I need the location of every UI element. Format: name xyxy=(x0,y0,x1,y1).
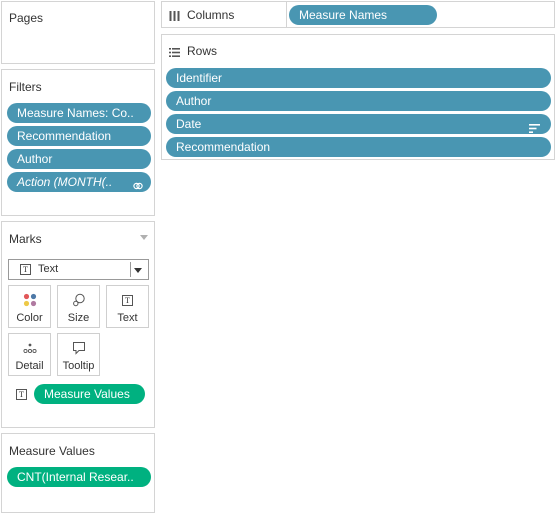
tooltip-label: Tooltip xyxy=(62,360,95,372)
columns-pill-measure-names[interactable]: Measure Names xyxy=(289,5,437,25)
rows-pill-author[interactable]: Author xyxy=(166,91,551,111)
columns-icon xyxy=(169,10,180,24)
size-icon xyxy=(58,292,99,308)
marks-title: Marks xyxy=(9,232,42,246)
chevron-down-icon xyxy=(134,268,142,273)
filter-pill-measure-names[interactable]: Measure Names: Co.. xyxy=(7,103,151,123)
mark-type-value: Text xyxy=(38,263,59,275)
text-measure-values-pill[interactable]: Measure Values xyxy=(34,384,145,404)
detail-label: Detail xyxy=(15,360,44,372)
measure-value-pill[interactable]: CNT(Internal Resear.. xyxy=(7,467,151,487)
text-label: Text xyxy=(117,312,138,324)
filter-pill-recommendation[interactable]: Recommendation xyxy=(7,126,151,146)
text-encoding-icon: T xyxy=(16,389,27,400)
filter-pill-author[interactable]: Author xyxy=(7,149,151,169)
columns-shelf[interactable]: Columns Measure Names xyxy=(161,1,555,28)
detail-button[interactable]: Detail xyxy=(8,333,51,376)
filters-card[interactable]: Filters Measure Names: Co.. Recommendati… xyxy=(1,69,155,216)
filters-title: Filters xyxy=(9,80,42,94)
rows-pill-date[interactable]: Date xyxy=(166,114,551,134)
text-button[interactable]: T Text xyxy=(106,285,149,328)
color-icon xyxy=(9,292,50,308)
measure-values-card[interactable]: Measure Values CNT(Internal Resear.. xyxy=(1,433,155,513)
marks-menu-caret-icon[interactable] xyxy=(140,235,148,240)
mark-type-select[interactable]: T Text xyxy=(8,259,149,280)
pages-title: Pages xyxy=(9,11,44,25)
text-mark-icon: T xyxy=(20,264,31,275)
measure-values-title: Measure Values xyxy=(9,444,95,458)
columns-divider xyxy=(286,2,287,27)
sort-descending-icon xyxy=(529,119,540,134)
pages-card[interactable]: Pages xyxy=(1,1,155,64)
rows-icon xyxy=(169,46,180,60)
size-label: Size xyxy=(67,312,90,324)
rows-shelf[interactable]: Rows Identifier Author Date Recommendati… xyxy=(161,34,555,160)
columns-label: Columns xyxy=(187,8,235,22)
tooltip-icon xyxy=(58,340,99,356)
filter-pill-action-month[interactable]: Action (MONTH(.. xyxy=(7,172,151,192)
tooltip-button[interactable]: Tooltip xyxy=(57,333,100,376)
link-icon xyxy=(133,177,143,190)
select-divider xyxy=(130,262,131,277)
color-label: Color xyxy=(16,312,43,324)
rows-pill-identifier[interactable]: Identifier xyxy=(166,68,551,88)
text-icon: T xyxy=(122,294,133,306)
detail-icon xyxy=(9,340,50,356)
color-button[interactable]: Color xyxy=(8,285,51,328)
size-button[interactable]: Size xyxy=(57,285,100,328)
rows-label: Rows xyxy=(187,44,218,58)
marks-card[interactable]: Marks T Text Color Size T Text Detail To… xyxy=(1,221,155,428)
rows-pill-recommendation[interactable]: Recommendation xyxy=(166,137,551,157)
